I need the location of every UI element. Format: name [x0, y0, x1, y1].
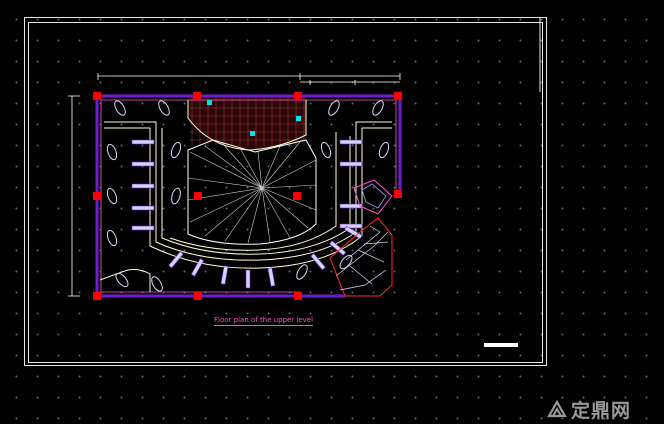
glass-strip — [131, 225, 155, 231]
glass-strip — [339, 161, 363, 167]
glass-strip — [245, 269, 251, 289]
glass-strip — [131, 161, 155, 167]
oval-light — [372, 100, 384, 116]
oval-light — [106, 229, 118, 247]
glass-strip — [267, 267, 276, 287]
cad-drawing — [24, 17, 547, 366]
oval-light — [106, 187, 118, 205]
oval-light — [151, 276, 163, 292]
watermark: 定鼎网 — [546, 396, 631, 423]
column — [93, 192, 101, 200]
watermark-text: 定鼎网 — [571, 400, 632, 422]
glass-strip — [131, 183, 155, 189]
oval-light — [320, 141, 332, 159]
column — [394, 92, 402, 100]
glass-strip — [310, 253, 326, 271]
column — [293, 192, 301, 200]
column — [294, 92, 302, 100]
oval-light — [296, 264, 308, 280]
column — [93, 292, 101, 300]
column — [194, 192, 202, 200]
glass-strip — [339, 223, 363, 229]
oval-light — [328, 100, 340, 116]
glass-strip — [339, 139, 363, 145]
column — [294, 292, 302, 300]
glass-strip — [131, 205, 155, 211]
oval-light — [158, 100, 170, 116]
glass-strip — [339, 203, 363, 209]
glass-strips — [131, 139, 363, 289]
glass-strip — [220, 265, 229, 285]
column — [394, 190, 402, 198]
drawing-title: Floor plan of the upper level — [214, 316, 314, 326]
oval-light — [114, 100, 126, 116]
oval-light — [170, 141, 182, 159]
oval-light — [378, 141, 390, 159]
sheet-frame — [24, 17, 547, 366]
glass-strip — [131, 139, 155, 145]
oval-light — [115, 272, 129, 288]
dingding-logo-icon — [547, 399, 567, 417]
oval-light — [171, 187, 181, 205]
angular-zone — [329, 179, 393, 297]
oval-light — [106, 143, 118, 161]
glass-strip — [168, 251, 184, 269]
column — [194, 292, 202, 300]
column — [193, 92, 201, 100]
column — [93, 92, 101, 100]
scale-bar — [484, 343, 518, 347]
